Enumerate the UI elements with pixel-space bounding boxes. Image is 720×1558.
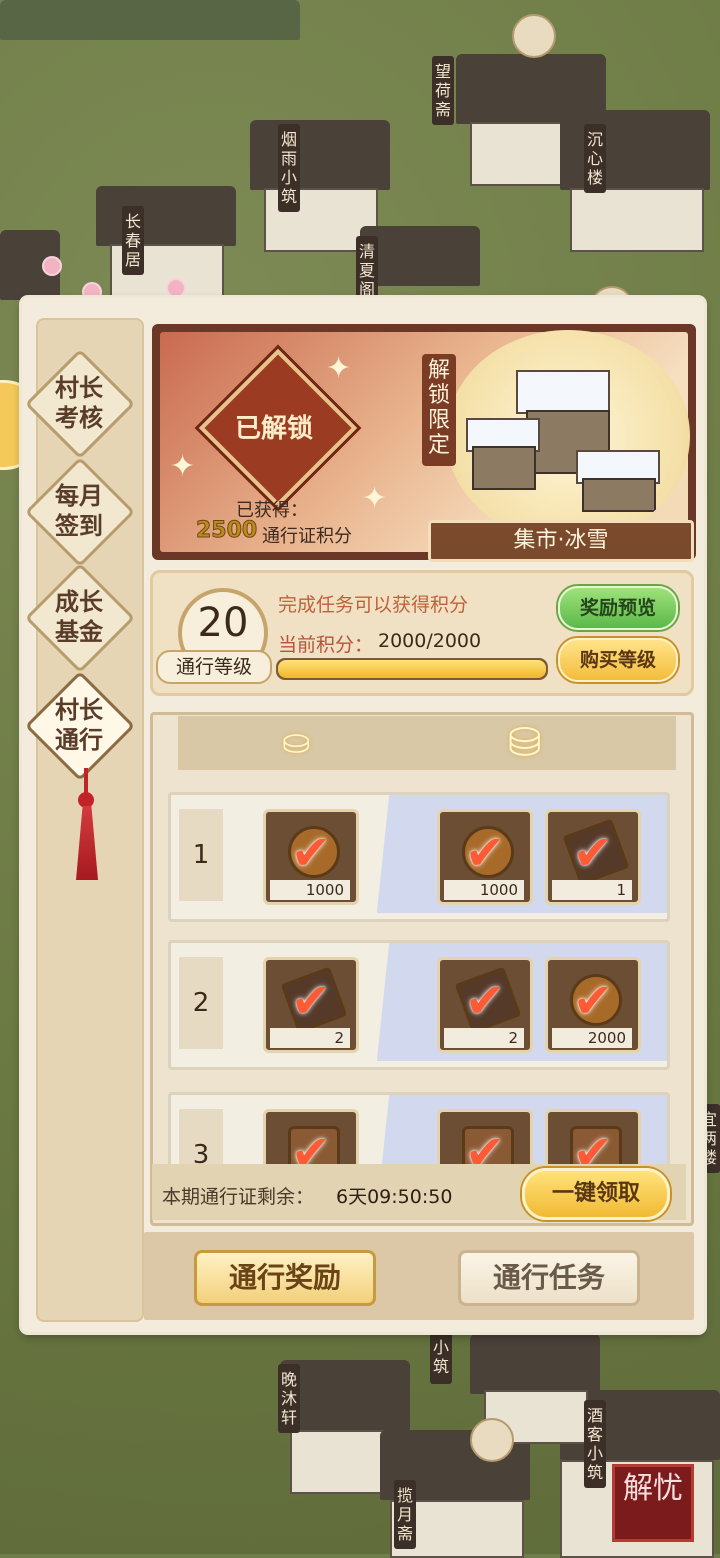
current-points-value: 2000/2000: [378, 630, 482, 652]
jieyou-seal-button[interactable]: 解忧: [612, 1464, 694, 1542]
progress-fill: [278, 660, 546, 678]
sparkle-icon: ✦: [362, 481, 388, 516]
label-line: 村长: [55, 374, 103, 402]
tab-pass-rewards[interactable]: 通行奖励: [194, 1250, 376, 1306]
house-roof: [560, 110, 710, 190]
sidebar-item-label: 村长 考核: [30, 354, 128, 452]
reward-item[interactable]: ✔ 2: [263, 957, 359, 1053]
table-row: 3 ✔ ✔ ✔: [168, 1092, 670, 1164]
row-level: 2: [179, 957, 223, 1049]
market-house: [472, 446, 536, 490]
coin-bubble-icon[interactable]: [512, 14, 556, 58]
tassel-icon: [72, 768, 102, 880]
claimed-check-icon: ✔: [464, 1125, 506, 1164]
item-count: 1000: [270, 880, 350, 900]
building-sign: 酒客小筑: [584, 1400, 606, 1488]
blossom-icon: [168, 280, 184, 296]
reward-item[interactable]: ✔ 2000: [545, 957, 641, 1053]
level-label: 通行等级: [156, 650, 272, 684]
reward-item[interactable]: ✔: [437, 1109, 533, 1164]
row-level: 1: [179, 809, 223, 901]
skin-name: 集市·冰雪: [428, 520, 694, 562]
building-sign: 小筑: [430, 1332, 452, 1384]
sidebar-item-growth-fund[interactable]: 成长 基金: [24, 562, 136, 674]
claimed-check-icon: ✔: [464, 825, 506, 881]
field: [0, 0, 300, 40]
house: [570, 188, 704, 252]
buy-level-button[interactable]: 购买等级: [558, 638, 678, 682]
claimed-check-icon: ✔: [290, 1125, 332, 1164]
building-sign: 晚沐轩: [278, 1364, 300, 1433]
tab-pass-tasks[interactable]: 通行任务: [458, 1250, 640, 1306]
sidebar-item-assessment[interactable]: 村长 考核: [24, 348, 136, 460]
claimed-check-icon: ✔: [572, 1125, 614, 1164]
claimed-check-icon: ✔: [464, 973, 506, 1029]
label-line: 签到: [55, 512, 103, 540]
points-progress-bar: [276, 658, 548, 680]
reward-table-header: [178, 716, 676, 770]
building-sign: 望荷斋: [432, 56, 454, 125]
item-count: 2000: [552, 1028, 632, 1048]
building-sign: 清夏阁: [356, 236, 378, 306]
building-sign: 沉心楼: [584, 124, 606, 193]
building-sign: 烟雨小筑: [278, 124, 300, 212]
item-count: 2: [270, 1028, 350, 1048]
building-sign: 长春居: [122, 206, 144, 275]
claimed-check-icon: ✔: [572, 825, 614, 881]
claimed-check-icon: ✔: [290, 825, 332, 881]
reward-item[interactable]: ✔ 2: [437, 957, 533, 1053]
sidebar-item-monthly-signin[interactable]: 每月 签到: [24, 456, 136, 568]
level-number: 20: [197, 600, 249, 646]
reward-rows-scroll[interactable]: 1 ✔ 1000 ✔ 1000 ✔ 1 2 ✔ 2 ✔ 2 ✔ 2000 3 ✔…: [160, 780, 680, 1164]
house-roof: [470, 1334, 600, 1394]
reward-preview-button[interactable]: 奖励预览: [558, 586, 678, 630]
sidebar-item-label: 村长 通行: [30, 676, 128, 774]
label-line: 成长: [55, 588, 103, 616]
remaining-label: 本期通行证剩余：: [162, 1186, 315, 1208]
house-roof: [96, 186, 236, 246]
snow-roof: [516, 370, 610, 414]
table-row: 2 ✔ 2 ✔ 2 ✔ 2000: [168, 940, 670, 1070]
current-points-label: 当前积分：: [278, 634, 374, 656]
reward-item[interactable]: ✔: [263, 1109, 359, 1164]
sidebar-item-label: 成长 基金: [30, 568, 128, 666]
coin-bubble-icon[interactable]: [470, 1418, 514, 1462]
free-tier-ingot-icon: ⛀: [282, 722, 311, 762]
label-line: 基金: [55, 618, 103, 646]
unlocked-status: 已解锁: [234, 414, 313, 444]
row-level: 3: [179, 1109, 223, 1164]
premium-tier-ingot-icon: ⛁: [508, 720, 542, 766]
label-line: 村长: [55, 696, 103, 724]
earned-unit: 通行证积分: [262, 526, 352, 547]
claimed-check-icon: ✔: [572, 973, 614, 1029]
building-sign: 揽月斋: [394, 1480, 416, 1549]
claimed-check-icon: ✔: [290, 973, 332, 1029]
label-line: 每月: [55, 482, 103, 510]
skin-preview[interactable]: [446, 330, 690, 542]
reward-item[interactable]: ✔ 1000: [437, 809, 533, 905]
sidebar-item-pass[interactable]: 村长 通行: [24, 670, 136, 782]
limited-tag: 解锁限定: [422, 354, 456, 466]
item-count: 2: [444, 1028, 524, 1048]
sparkle-icon: ✦: [326, 351, 352, 386]
label-line: 通行: [55, 726, 103, 754]
reward-item[interactable]: ✔ 1000: [263, 809, 359, 905]
house-roof: [250, 120, 390, 190]
claim-all-button[interactable]: 一键领取: [522, 1168, 670, 1220]
market-house: [582, 478, 656, 512]
reward-item[interactable]: ✔: [545, 1109, 641, 1164]
blossom-icon: [44, 258, 60, 274]
earned-points: 2500: [195, 518, 258, 544]
item-count: 1: [552, 880, 632, 900]
item-count: 1000: [444, 880, 524, 900]
sidebar-item-label: 每月 签到: [30, 462, 128, 560]
house-roof: [360, 226, 480, 286]
task-hint: 完成任务可以获得积分: [278, 594, 469, 616]
table-row: 1 ✔ 1000 ✔ 1000 ✔ 1: [168, 792, 670, 922]
label-line: 考核: [55, 404, 103, 432]
remaining-time: 6天09:50:50: [336, 1186, 453, 1208]
sparkle-icon: ✦: [170, 449, 196, 484]
reward-item[interactable]: ✔ 1: [545, 809, 641, 905]
